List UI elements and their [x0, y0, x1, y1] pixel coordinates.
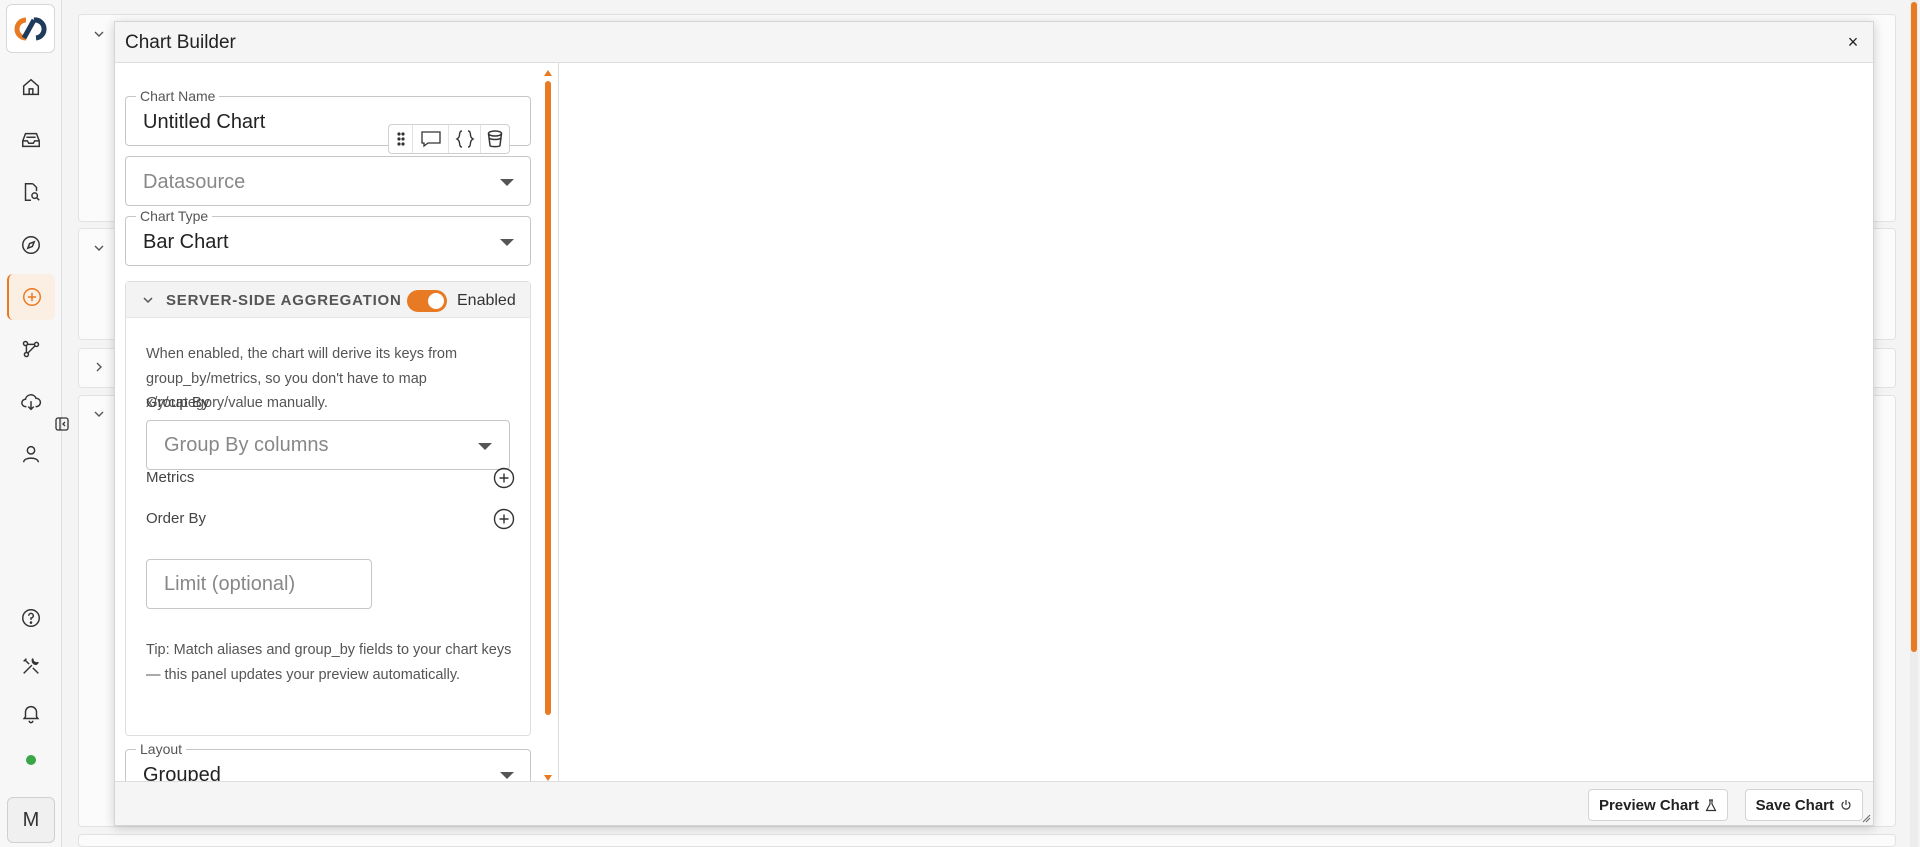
nav-file-search[interactable] [7, 169, 55, 215]
nav-explore[interactable] [7, 222, 55, 268]
database-button[interactable] [481, 125, 509, 153]
metrics-label: Metrics [146, 469, 195, 486]
add-order-by-button[interactable] [493, 508, 515, 530]
dialog-titlebar[interactable]: Chart Builder × [115, 22, 1873, 63]
app-logo[interactable] [6, 4, 55, 53]
nav-notifications[interactable] [7, 690, 55, 736]
nav-profile[interactable] [7, 431, 55, 477]
add-circle-icon [493, 508, 515, 530]
resize-grip-icon[interactable] [1861, 813, 1871, 823]
server-side-aggregation-section: SERVER-SIDE AGGREGATION Enabled When ena… [125, 281, 531, 736]
nav-rail: M [0, 0, 62, 847]
config-panel: Chart Name Untitled Chart Datasource Cha… [115, 63, 555, 783]
add-circle-icon [23, 288, 41, 306]
aggregation-title: SERVER-SIDE AGGREGATION [166, 292, 402, 309]
save-chart-button[interactable]: Save Chart [1744, 789, 1863, 821]
panel-scrollbar-thumb[interactable] [545, 81, 551, 715]
chart-type-select[interactable]: Chart Type Bar Chart [125, 208, 531, 266]
chevron-down-icon [500, 239, 514, 246]
page-scrollbar[interactable] [1910, 0, 1918, 847]
chevron-down-icon [92, 407, 106, 421]
compass-icon [22, 236, 40, 254]
home-icon [22, 78, 40, 96]
group-by-placeholder: Group By columns [164, 434, 329, 456]
toggle-knob [428, 293, 444, 309]
datasource-select[interactable]: Datasource [125, 156, 531, 206]
group-by-select[interactable]: Group By columns [146, 420, 510, 470]
group-by-label: Group By [146, 394, 210, 411]
limit-input[interactable]: Limit (optional) [146, 559, 372, 609]
online-status-dot [26, 755, 36, 765]
close-button[interactable]: × [1843, 32, 1863, 52]
order-by-label: Order By [146, 510, 207, 527]
page-scrollbar-thumb[interactable] [1911, 2, 1917, 652]
dialog-title: Chart Builder [125, 32, 236, 53]
chevron-down-icon[interactable] [140, 292, 156, 308]
logo-icon [14, 16, 46, 40]
layout-select[interactable]: Layout Grouped [125, 741, 531, 783]
chevron-down-icon [92, 241, 106, 255]
add-circle-icon [493, 467, 515, 489]
chart-type-label: Chart Type [136, 208, 213, 224]
layout-label: Layout [136, 741, 187, 757]
flask-icon [1705, 798, 1717, 811]
aggregation-header[interactable]: SERVER-SIDE AGGREGATION Enabled [126, 282, 530, 318]
comment-icon [420, 131, 441, 148]
nav-inbox[interactable] [7, 117, 55, 163]
panel-scrollbar[interactable] [542, 65, 554, 783]
database-icon [487, 130, 503, 148]
bell-icon [22, 705, 40, 724]
sidebar-collapse-button[interactable] [54, 416, 70, 432]
preview-chart-label: Preview Chart [1598, 796, 1699, 814]
drag-handle[interactable] [389, 125, 413, 153]
chart-preview-area [558, 63, 1873, 783]
background-section-5 [78, 834, 1896, 847]
help-icon [22, 609, 40, 627]
field-toolbar [388, 124, 510, 154]
aggregation-toggle[interactable] [407, 290, 447, 312]
aggregation-toggle-label: Enabled [457, 292, 516, 309]
nav-tools[interactable] [7, 643, 55, 689]
chevron-down-icon [500, 772, 514, 779]
file-search-icon [24, 183, 40, 201]
chevron-down-icon [478, 443, 492, 450]
chart-type-value: Bar Chart [143, 231, 229, 253]
tools-icon [23, 658, 39, 674]
nav-create[interactable] [7, 274, 55, 320]
user-avatar[interactable]: M [7, 797, 55, 843]
code-braces-icon [454, 130, 475, 148]
code-button[interactable] [449, 125, 481, 153]
chart-name-label: Chart Name [136, 88, 220, 104]
cloud-download-icon [21, 394, 42, 411]
nav-cloud[interactable] [7, 379, 55, 425]
chart-name-value: Untitled Chart [143, 111, 266, 133]
add-metric-button[interactable] [493, 467, 515, 489]
dialog-footer: Preview Chart Save Chart [115, 781, 1873, 825]
limit-placeholder: Limit (optional) [164, 573, 296, 595]
aggregation-tip: Tip: Match aliases and group_by fields t… [146, 642, 512, 683]
power-icon [1841, 800, 1851, 810]
inbox-icon [22, 132, 40, 148]
chevron-down-icon [92, 27, 106, 41]
datasource-placeholder: Datasource [143, 171, 246, 193]
comment-button[interactable] [413, 125, 449, 153]
chevron-right-icon [92, 360, 106, 374]
graph-nodes-icon [22, 340, 40, 358]
drag-handle-icon [396, 132, 405, 146]
close-icon: × [1847, 31, 1859, 52]
panel-collapse-icon [55, 417, 69, 431]
chevron-down-icon [500, 179, 514, 186]
chart-builder-dialog: Chart Builder × Chart Name Untitled Char… [114, 21, 1874, 826]
nav-home[interactable] [7, 64, 55, 110]
preview-chart-button[interactable]: Preview Chart [1587, 789, 1728, 821]
nav-graph[interactable] [7, 326, 55, 372]
user-icon [22, 445, 40, 463]
scroll-up-arrow[interactable] [544, 70, 552, 76]
nav-help[interactable] [7, 595, 55, 641]
save-chart-label: Save Chart [1755, 796, 1834, 814]
